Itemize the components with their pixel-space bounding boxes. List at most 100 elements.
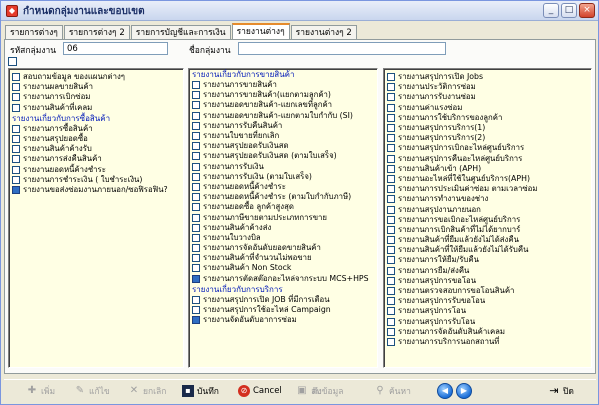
select-all-checkbox[interactable] xyxy=(8,57,17,66)
checkbox[interactable] xyxy=(192,152,200,161)
checkbox[interactable] xyxy=(192,316,200,325)
save-button[interactable]: ▪ บันทึก xyxy=(182,382,219,400)
window-title: กำหนดกลุ่มงานและขอบเขต xyxy=(23,6,145,17)
checkbox[interactable] xyxy=(387,307,395,316)
checkbox[interactable] xyxy=(192,264,200,273)
edit-button[interactable]: ✎ แก้ไข xyxy=(74,382,110,400)
tab-reports-2[interactable]: รายงานต่างๆ 2 xyxy=(290,25,357,40)
title-bar: ◆ กำหนดกลุ่มงานและขอบเขต _ □ × xyxy=(1,1,598,21)
tab-items[interactable]: รายการต่างๆ xyxy=(5,25,63,40)
checkbox[interactable] xyxy=(387,256,395,265)
checkbox[interactable] xyxy=(387,164,395,173)
close-label: ปิด xyxy=(563,387,574,397)
checkbox[interactable] xyxy=(192,254,200,263)
checkbox[interactable] xyxy=(192,121,200,130)
checkbox[interactable] xyxy=(192,203,200,212)
checkbox[interactable] xyxy=(12,93,20,102)
checkbox[interactable] xyxy=(12,135,20,144)
checkbox[interactable] xyxy=(387,113,395,122)
cancel-button[interactable]: ⊘ Cancel xyxy=(238,382,282,400)
checkbox[interactable] xyxy=(387,144,395,153)
close-button[interactable]: ⇥ ปิด xyxy=(548,382,574,400)
report-checkbox-item[interactable]: รายงานการบริการนอกสถานที่ xyxy=(384,337,591,347)
checkbox[interactable] xyxy=(192,172,200,181)
checkbox[interactable] xyxy=(387,93,395,102)
checkbox[interactable] xyxy=(192,111,200,120)
print-data-button[interactable]: ดึงข้อมูล xyxy=(312,382,343,400)
checkbox[interactable] xyxy=(192,91,200,100)
checkbox[interactable] xyxy=(192,244,200,253)
checkbox[interactable] xyxy=(387,154,395,163)
checkbox[interactable] xyxy=(192,213,200,222)
checkbox[interactable] xyxy=(192,223,200,232)
group-code-label: รหัสกลุ่มงาน xyxy=(10,46,57,56)
checkbox[interactable] xyxy=(192,182,200,191)
prev-record-button[interactable]: ◀ xyxy=(437,383,453,399)
checkbox[interactable] xyxy=(12,145,20,154)
tab-items-2[interactable]: รายการต่างๆ 2 xyxy=(63,25,130,40)
report-checkbox-item[interactable]: รายงานจัดอันดับอาการซ่อม xyxy=(189,315,377,325)
checkbox[interactable] xyxy=(12,185,20,194)
checkbox[interactable] xyxy=(387,73,395,82)
report-column-1: สอบถามข้อมูล ของแผนกต่างๆ รายงานผลขายสินค… xyxy=(8,68,184,368)
checkbox[interactable] xyxy=(12,103,20,112)
checkbox[interactable] xyxy=(387,225,395,234)
checkbox[interactable] xyxy=(387,103,395,112)
checkbox[interactable] xyxy=(12,73,20,82)
checkbox[interactable] xyxy=(387,327,395,336)
edit-icon: ✎ xyxy=(75,385,85,396)
search-button[interactable]: ⚲ ค้นหา xyxy=(374,382,411,400)
checkbox[interactable] xyxy=(387,266,395,275)
checkbox[interactable] xyxy=(387,246,395,255)
checkbox[interactable] xyxy=(192,81,200,90)
checkbox[interactable] xyxy=(387,83,395,92)
checkbox[interactable] xyxy=(12,165,20,174)
report-label: รายงานขอส่งซ่อมงานภายนอก/ซอฟิรอฟิน? xyxy=(23,184,168,194)
group-name-label: ชื่อกลุ่มงาน xyxy=(189,46,231,56)
checkbox[interactable] xyxy=(192,274,200,283)
checkbox[interactable] xyxy=(387,124,395,133)
checkbox[interactable] xyxy=(12,175,20,184)
checkbox[interactable] xyxy=(387,337,395,346)
checkbox[interactable] xyxy=(192,162,200,171)
group-code-input[interactable] xyxy=(63,42,168,55)
cancel-record-label: ยกเลิก xyxy=(143,387,167,397)
checkbox[interactable] xyxy=(387,297,395,306)
checkbox[interactable] xyxy=(387,317,395,326)
cancel-record-button[interactable]: ✕ ยกเลิก xyxy=(128,382,167,400)
checkbox[interactable] xyxy=(192,295,200,304)
checkbox[interactable] xyxy=(12,83,20,92)
checkbox[interactable] xyxy=(387,134,395,143)
minimize-button[interactable]: _ xyxy=(543,3,559,18)
cancel-record-icon: ✕ xyxy=(129,385,139,396)
checkbox[interactable] xyxy=(192,142,200,151)
checkbox[interactable] xyxy=(12,124,20,133)
checkbox[interactable] xyxy=(192,306,200,315)
close-window-button[interactable]: × xyxy=(579,3,595,18)
checkbox[interactable] xyxy=(387,195,395,204)
checkbox[interactable] xyxy=(192,101,200,110)
checkbox[interactable] xyxy=(12,155,20,164)
tab-bar: รายการต่างๆ รายการต่างๆ 2 รายการบัญชีและ… xyxy=(5,23,358,40)
checkbox[interactable] xyxy=(387,287,395,296)
checkbox[interactable] xyxy=(387,236,395,245)
checkbox[interactable] xyxy=(387,185,395,194)
checkbox[interactable] xyxy=(192,193,200,202)
group-name-input[interactable] xyxy=(238,42,446,55)
tab-accounting[interactable]: รายการบัญชีและการเงิน xyxy=(130,25,231,40)
tab-reports[interactable]: รายงานต่างๆ xyxy=(231,23,290,40)
checkbox[interactable] xyxy=(387,205,395,214)
next-record-button[interactable]: ▶ xyxy=(456,383,472,399)
print-data-label: ดึงข้อมูล xyxy=(312,387,344,397)
report-column-3: รายงานสรุปการเปิด Jobs รายงานประวัติการซ่… xyxy=(383,68,592,368)
add-label: เพิ่ม xyxy=(41,387,56,397)
checkbox[interactable] xyxy=(387,276,395,285)
report-checkbox-item[interactable]: รายงานขอส่งซ่อมงานภายนอก/ซอฟิรอฟิน? xyxy=(9,185,183,195)
checkbox[interactable] xyxy=(192,233,200,242)
checkbox[interactable] xyxy=(192,132,200,141)
maximize-button[interactable]: □ xyxy=(561,3,577,18)
checkbox[interactable] xyxy=(387,174,395,183)
checkbox[interactable] xyxy=(387,215,395,224)
add-button[interactable]: ✚ เพิ่ม xyxy=(26,382,55,400)
cancel-icon: ⊘ xyxy=(238,385,250,397)
